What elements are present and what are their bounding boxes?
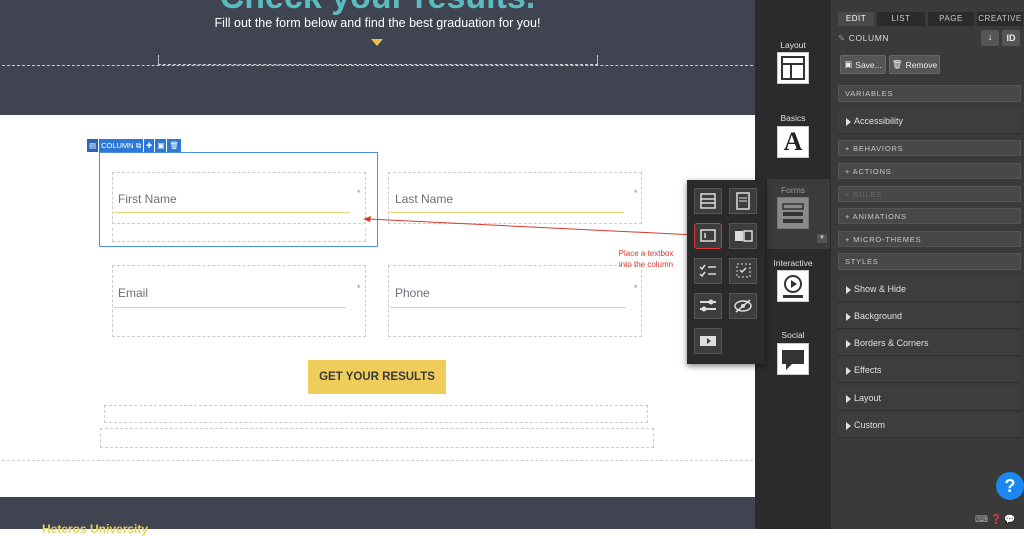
row-placeholder (100, 428, 654, 448)
row-placeholder (104, 405, 648, 423)
palette-basics-label: Basics (780, 113, 806, 123)
hero-divider (2, 65, 753, 75)
save-button[interactable]: ▣ Save... (840, 55, 886, 74)
trash-icon[interactable]: 🗑 (167, 139, 181, 152)
id-button[interactable]: ID (1002, 30, 1020, 46)
remove-label: Remove (905, 59, 938, 70)
layout-grid-icon[interactable] (777, 52, 809, 84)
row-custom[interactable]: Custom (838, 413, 1021, 438)
required-marker: * (634, 188, 638, 198)
floppy-icon: ▣ (844, 59, 853, 69)
field-underline (390, 212, 624, 213)
chevron-down-icon[interactable]: ▼ (817, 234, 827, 243)
column-toolbar[interactable]: ▤ COLUMN ⧉ ✚ ▣ 🗑 (87, 139, 181, 152)
panel-footer-icons: ⌨ ❓ 💬 (975, 514, 1015, 525)
palette-categories: Layout Basics A Forms ▼ Interactive Soci… (755, 0, 831, 529)
form-icon[interactable] (777, 197, 809, 229)
email-column[interactable] (112, 265, 366, 337)
palette-forms[interactable]: Forms (755, 185, 831, 195)
section-divider (2, 460, 753, 461)
chat-icon[interactable]: 💬 (1004, 514, 1015, 524)
column-label-text: COLUMN (101, 141, 134, 150)
trash-icon: 🗑 (891, 59, 903, 69)
phone-field[interactable]: Phone (395, 286, 430, 300)
first-name-field[interactable]: First Name (118, 192, 177, 206)
phone-column[interactable] (388, 265, 642, 337)
annotation-text: Place a textbox into the column (618, 249, 674, 269)
remove-button[interactable]: 🗑 Remove (889, 55, 940, 74)
forms-flyout (687, 180, 765, 364)
keyboard-icon[interactable]: ⌨ (975, 514, 988, 524)
section-variables[interactable]: VARIABLES (838, 85, 1021, 102)
element-name-text: COLUMN (848, 33, 890, 43)
section-styles[interactable]: STYLES (838, 253, 1021, 270)
tab-list[interactable]: LIST (877, 12, 925, 26)
column-toggle-icon[interactable]: ▤ (87, 139, 99, 152)
form-layout-icon[interactable] (729, 188, 757, 214)
tab-edit[interactable]: EDIT (838, 12, 874, 26)
section-behaviors[interactable]: + BEHAVIORS (838, 140, 1021, 156)
palette-social-label: Social (781, 330, 805, 340)
save-icon[interactable]: ▣ (155, 139, 167, 152)
eye-hidden-icon[interactable] (729, 293, 757, 319)
selected-element-name: ✎ COLUMN (838, 33, 889, 44)
hero-subtitle: Fill out the form below and find the bes… (214, 16, 541, 30)
row-accessibility[interactable]: Accessibility (838, 109, 1021, 134)
hero-placeholder-box (158, 55, 598, 65)
section-micro-themes[interactable]: + MICRO-THEMES (838, 231, 1021, 247)
footer-title: Heteros University (42, 522, 149, 536)
section-rules: + RULES (838, 186, 1021, 202)
save-label: Save... (855, 59, 882, 70)
row-background[interactable]: Background (838, 304, 1021, 329)
section-actions[interactable]: + ACTIONS (838, 163, 1021, 179)
hero-title: Check your results. (0, 0, 755, 17)
palette-interactive-label: Interactive (773, 258, 813, 268)
field-underline (114, 212, 350, 213)
last-name-field[interactable]: Last Name (395, 192, 453, 206)
checkbox-icon[interactable] (729, 258, 757, 284)
chevron-down-icon (371, 39, 383, 46)
select-box-icon[interactable] (729, 223, 757, 249)
arrow-down-icon[interactable]: ↓ (981, 30, 999, 46)
row-layout[interactable]: Layout (838, 386, 1021, 411)
row-borders-corners[interactable]: Borders & Corners (838, 331, 1021, 356)
help-button[interactable]: ? (996, 472, 1024, 500)
palette-social[interactable]: Social (755, 330, 831, 340)
section-animations[interactable]: + ANIMATIONS (838, 208, 1021, 224)
column-label[interactable]: COLUMN ⧉ (99, 139, 144, 152)
email-field[interactable]: Email (118, 286, 148, 300)
tab-creative[interactable]: CREATIVE (977, 12, 1023, 26)
field-underline (390, 307, 626, 308)
checklist-icon[interactable] (694, 258, 722, 284)
toggle-icon[interactable] (694, 293, 722, 319)
add-icon[interactable]: ✚ (144, 139, 155, 152)
palette-basics[interactable]: Basics (755, 113, 831, 123)
field-underline (114, 307, 346, 308)
letter-a-icon[interactable]: A (777, 126, 809, 158)
get-results-button[interactable]: GET YOUR RESULTS (308, 360, 446, 394)
row-show-hide[interactable]: Show & Hide (838, 277, 1021, 302)
play-circle-icon[interactable] (777, 270, 809, 302)
tab-page[interactable]: PAGE (928, 12, 974, 26)
copy-icon[interactable]: ⧉ (136, 139, 141, 152)
required-marker: * (634, 283, 638, 293)
textbox-icon[interactable] (694, 223, 722, 249)
palette-layout[interactable]: Layout (755, 40, 831, 50)
question-icon[interactable]: ❓ (991, 514, 1002, 524)
form-block-icon[interactable] (694, 188, 722, 214)
pencil-icon: ✎ (838, 33, 846, 43)
required-marker: * (357, 283, 361, 293)
palette-interactive[interactable]: Interactive (755, 258, 831, 268)
submit-button-icon[interactable] (694, 328, 722, 354)
palette-layout-label: Layout (780, 40, 806, 50)
required-marker: * (357, 188, 361, 198)
chat-bubble-icon[interactable] (777, 343, 809, 375)
row-effects[interactable]: Effects (838, 358, 1021, 383)
palette-forms-label: Forms (780, 185, 806, 195)
